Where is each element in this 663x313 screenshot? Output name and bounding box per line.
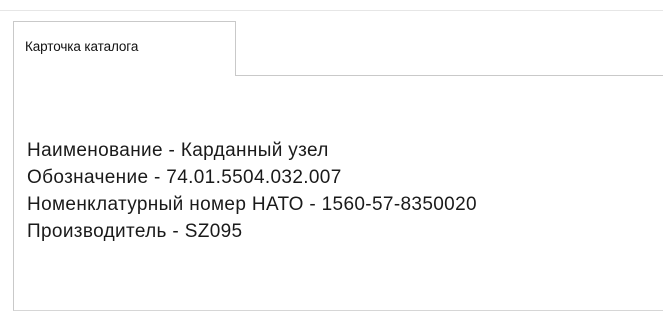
tab-label: Карточка каталога xyxy=(25,39,139,54)
field-manufacturer: Производитель - SZ095 xyxy=(27,221,243,242)
field-designation: Обозначение - 74.01.5504.032.007 xyxy=(27,167,342,188)
top-divider xyxy=(0,10,663,11)
field-name: Наименование - Карданный узел xyxy=(27,140,329,161)
tab-catalog-card[interactable]: Карточка каталога xyxy=(13,21,236,76)
catalog-card-fields: Наименование - Карданный узел Обозначени… xyxy=(27,137,477,245)
field-nato-stock-number: Номенклатурный номер НАТО - 1560-57-8350… xyxy=(27,194,477,215)
catalog-card-panel: Наименование - Карданный узел Обозначени… xyxy=(13,75,663,311)
